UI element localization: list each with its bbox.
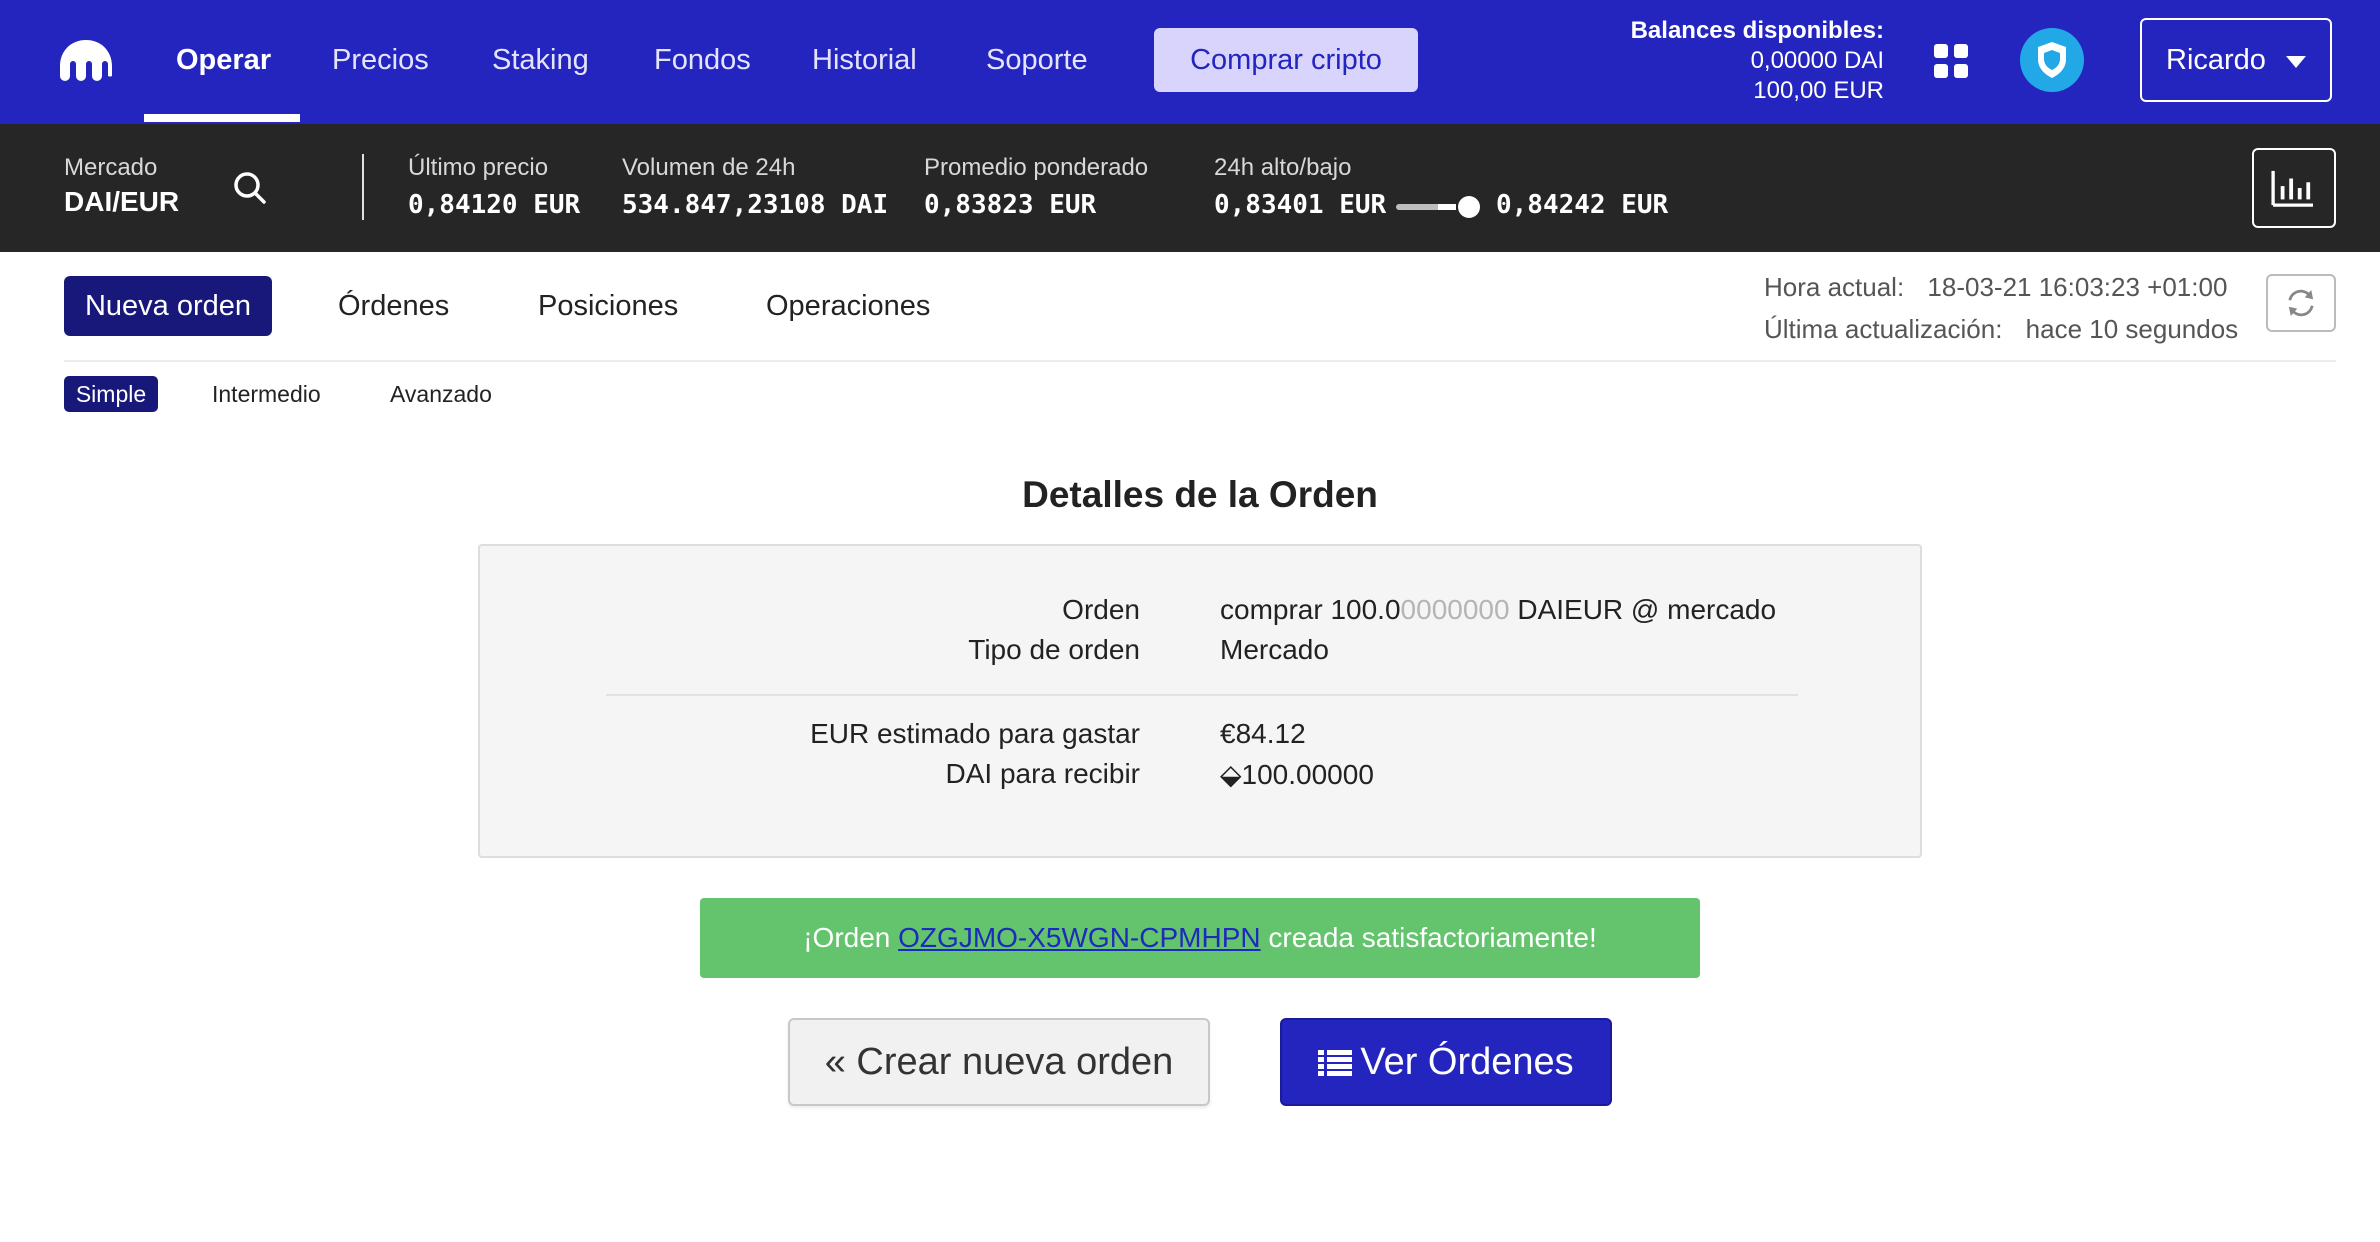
eur-spend-value: €84.12 <box>1220 718 1306 749</box>
low-value: 0,83401 EUR <box>1214 190 1387 220</box>
range-indicator <box>1458 196 1480 218</box>
nav-active-underline <box>144 114 300 122</box>
bar-chart-icon <box>2271 170 2313 207</box>
last-update-label: Última actualización: <box>1764 314 2003 344</box>
balance-eur: 100,00 EUR <box>1753 77 1884 104</box>
search-icon[interactable] <box>230 168 270 208</box>
nav-item-soporte[interactable]: Soporte <box>986 0 1088 124</box>
success-alert: ¡Orden OZGJMO-X5WGN-CPMHPN creada satisf… <box>700 898 1700 978</box>
order-value: comprar 100.00000000 DAIEUR @ mercado <box>1220 594 1776 626</box>
last-update-value: hace 10 segundos <box>2025 314 2239 344</box>
refresh-icon <box>2288 289 2314 317</box>
buy-crypto-button[interactable]: Comprar cripto <box>1154 28 1418 92</box>
order-label: Orden <box>1062 594 1140 625</box>
chart-toggle-button[interactable] <box>2252 148 2336 228</box>
subtab-simple[interactable]: Simple <box>64 376 158 412</box>
alert-prefix: ¡Orden <box>803 922 899 953</box>
tab-operations[interactable]: Operaciones <box>766 276 930 336</box>
market-bar: Mercado DAI/EUR Último precio 0,84120 EU… <box>0 124 2380 252</box>
user-menu-button[interactable]: Ricardo <box>2140 18 2332 102</box>
order-type-value: Mercado <box>1220 634 1329 665</box>
market-divider <box>362 154 364 220</box>
order-id-link[interactable]: OZGJMO-X5WGN-CPMHPN <box>898 922 1260 953</box>
high-value: 0,84242 EUR <box>1496 190 1669 220</box>
weighted-average-value: 0,83823 EUR <box>924 190 1097 220</box>
high-low-label: 24h alto/bajo <box>1214 154 1352 181</box>
range-fill <box>1438 204 1456 210</box>
balances-title: Balances disponibles: <box>1630 17 1884 44</box>
order-details-box <box>478 544 1922 858</box>
volume-label: Volumen de 24h <box>622 154 796 181</box>
volume-value: 534.847,23108 DAI <box>622 190 889 220</box>
current-time-value: 18-03-21 16:03:23 +01:00 <box>1927 272 2228 302</box>
available-balances: Balances disponibles: 0,00000 DAI 100,00… <box>1631 16 1884 106</box>
list-icon <box>1318 1050 1353 1076</box>
top-navigation: Operar Precios Staking Fondos Historial … <box>0 0 2380 124</box>
details-divider <box>606 694 1798 696</box>
view-orders-button[interactable]: Ver Órdenes <box>1280 1018 1612 1106</box>
refresh-button[interactable] <box>2266 274 2336 332</box>
order-value-main: comprar 100.0 <box>1220 594 1401 625</box>
order-value-suffix: DAIEUR @ mercado <box>1509 594 1777 625</box>
market-pair[interactable]: DAI/EUR <box>64 186 179 218</box>
apps-grid-icon[interactable] <box>1934 44 1968 78</box>
balance-dai: 0,00000 DAI <box>1750 47 1884 74</box>
order-type-label: Tipo de orden <box>968 634 1140 665</box>
time-info: Hora actual: 18-03-21 16:03:23 +01:00 Úl… <box>1764 266 2238 350</box>
last-price-value: 0,84120 EUR <box>408 190 581 220</box>
nav-item-historial[interactable]: Historial <box>812 0 917 124</box>
nav-item-precios[interactable]: Precios <box>332 0 429 124</box>
chevron-down-icon <box>2286 56 2306 68</box>
subtab-intermediate[interactable]: Intermedio <box>212 376 321 412</box>
current-time-label: Hora actual: <box>1764 272 1905 302</box>
nav-item-operar[interactable]: Operar <box>176 0 271 124</box>
alert-suffix: creada satisfactoriamente! <box>1260 922 1597 953</box>
weighted-average-label: Promedio ponderado <box>924 154 1149 181</box>
last-price-label: Último precio <box>408 154 549 181</box>
view-orders-label: Ver Órdenes <box>1360 1041 1574 1083</box>
tab-orders[interactable]: Órdenes <box>338 276 449 336</box>
dai-receive-label: DAI para recibir <box>945 758 1140 789</box>
subtab-advanced[interactable]: Avanzado <box>390 376 492 412</box>
tab-positions[interactable]: Posiciones <box>538 276 678 336</box>
nav-item-fondos[interactable]: Fondos <box>654 0 751 124</box>
user-name: Ricardo <box>2166 44 2266 76</box>
nav-item-staking[interactable]: Staking <box>492 0 589 124</box>
tab-new-order[interactable]: Nueva orden <box>64 276 272 336</box>
kraken-logo-icon[interactable] <box>56 36 116 84</box>
security-shield-icon[interactable] <box>2020 28 2084 92</box>
dai-receive-value: ⬙100.00000 <box>1220 759 1374 790</box>
eur-spend-label: EUR estimado para gastar <box>810 718 1140 749</box>
create-new-order-button[interactable]: « Crear nueva orden <box>788 1018 1210 1106</box>
order-details-title: Detalles de la Orden <box>1022 474 1378 515</box>
market-label: Mercado <box>64 154 158 181</box>
tabs-divider <box>64 360 2336 362</box>
order-value-faded-digits: 0000000 <box>1400 594 1510 625</box>
